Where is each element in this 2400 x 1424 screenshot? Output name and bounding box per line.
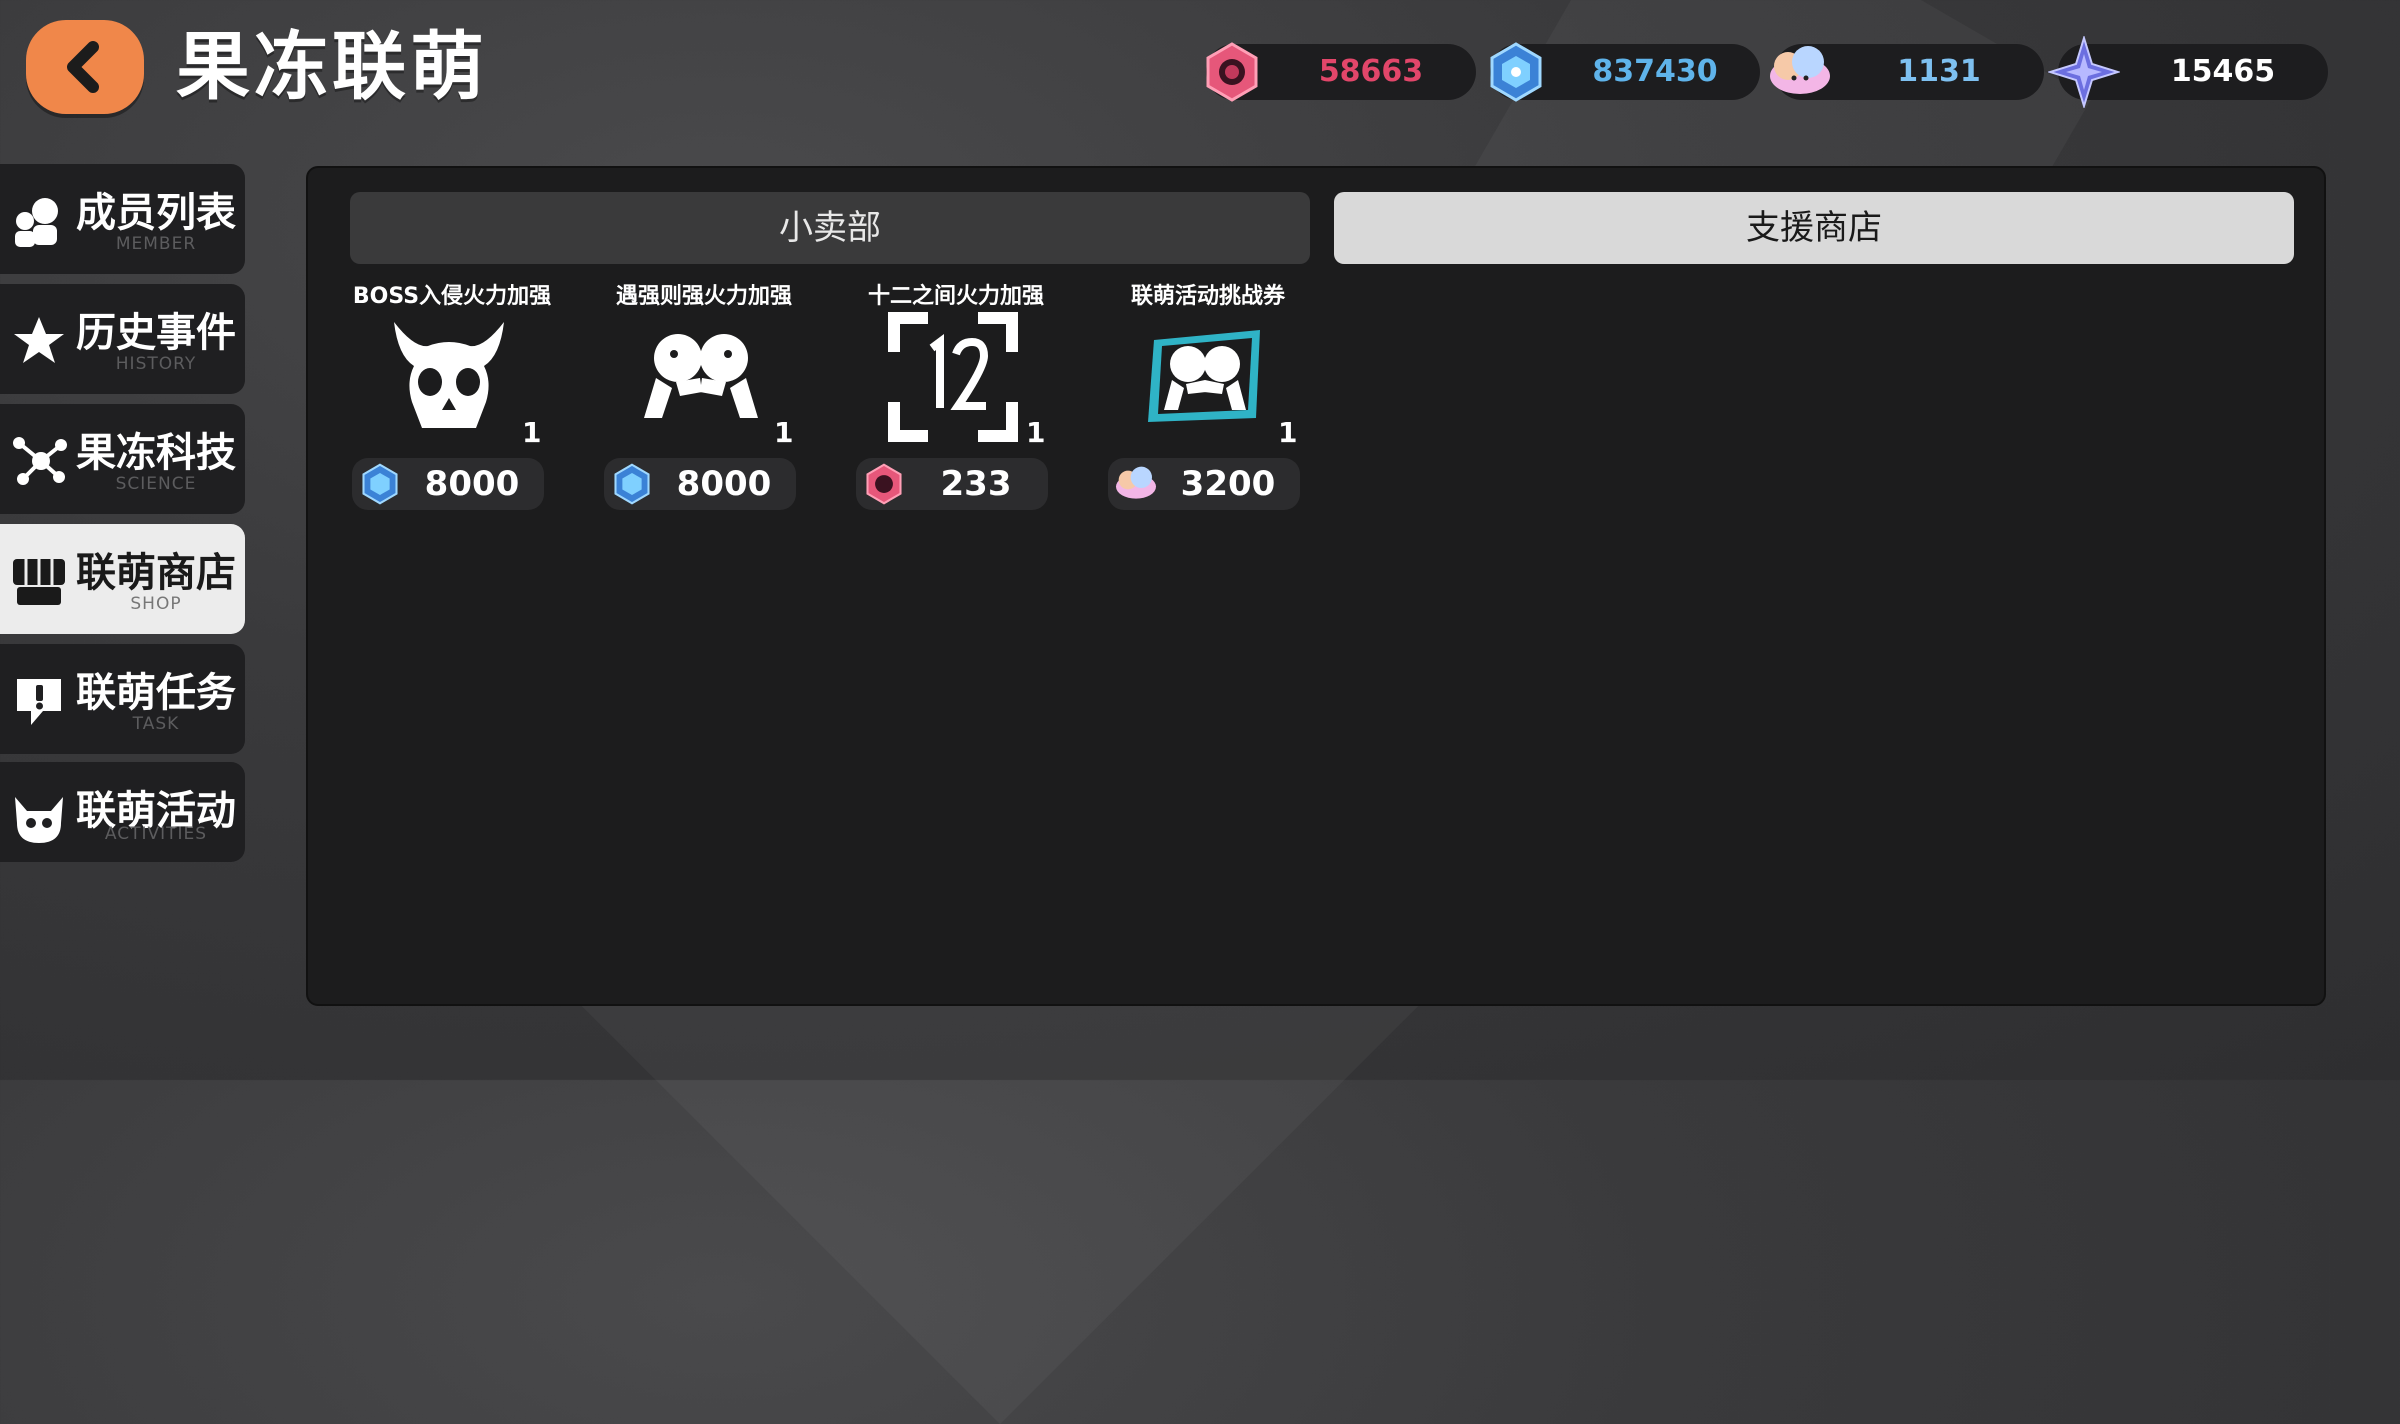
currency-red-gem[interactable]: 58663: [1206, 42, 1476, 102]
item-count: 1: [1278, 416, 1298, 449]
star-shuriken-icon: [2044, 32, 2124, 112]
price-value: 8000: [424, 464, 520, 504]
price-tag: 8000: [604, 458, 796, 510]
network-icon: [8, 430, 70, 492]
sidebar-item-label: 历史事件: [76, 310, 236, 356]
chevron-left-icon: [67, 41, 99, 93]
rainbow-cloud-icon: [1760, 32, 1840, 112]
currency-value: 837430: [1592, 54, 1718, 89]
sidebar-item-task[interactable]: 联萌任务 TASK: [0, 644, 245, 754]
sidebar-item-label: 联萌任务: [76, 670, 236, 716]
sidebar-item-sublabel: SHOP: [130, 594, 182, 614]
fist-bump-icon: [626, 312, 776, 442]
sidebar-item-sublabel: HISTORY: [115, 354, 197, 374]
back-button[interactable]: [26, 20, 144, 114]
tab-snack-shop[interactable]: 小卖部: [350, 192, 1310, 264]
sidebar-item-sublabel: SCIENCE: [115, 474, 197, 494]
sidebar-item-activities[interactable]: 联萌活动 ACTIVITIES: [0, 762, 245, 862]
item-count: 1: [522, 416, 542, 449]
item-name: BOSS入侵火力加强: [352, 284, 552, 309]
sidebar-item-member[interactable]: 成员列表 MEMBER: [0, 164, 245, 274]
sidebar-item-label: 联萌商店: [76, 550, 236, 596]
shop-icon: [8, 550, 70, 612]
price-value: 233: [940, 464, 1012, 504]
sidebar-item-sublabel: TASK: [132, 714, 180, 734]
price-tag: 8000: [352, 458, 544, 510]
red-hex-gem-icon: [1192, 32, 1272, 112]
price-tag: 233: [856, 458, 1048, 510]
currency-blue-crystal[interactable]: 837430: [1490, 42, 1760, 102]
shop-item[interactable]: 十二之间火力加强 1 233: [856, 278, 1056, 514]
shop-panel: 小卖部 支援商店 BOSS入侵火力加强 1 8000 遇强则强火力加强 1 80…: [306, 166, 2326, 1006]
currency-rainbow-cloud[interactable]: 1131: [1770, 44, 2044, 100]
item-name: 联萌活动挑战券: [1130, 284, 1285, 309]
members-icon: [8, 190, 70, 252]
currency-value: 58663: [1318, 54, 1424, 89]
item-name: 遇强则强火力加强: [615, 284, 792, 309]
sidebar-item-shop[interactable]: 联萌商店 SHOP: [0, 524, 245, 634]
horned-skull-icon: [374, 312, 524, 442]
sidebar-item-sublabel: ACTIVITIES: [104, 824, 208, 844]
currency-star-shuriken[interactable]: 15465: [2048, 36, 2328, 108]
sidebar-item-science[interactable]: 果冻科技 SCIENCE: [0, 404, 245, 514]
price-tag: 3200: [1108, 458, 1300, 510]
currency-value: 15465: [2170, 54, 2276, 89]
rainbow-cloud-icon: [1112, 460, 1160, 508]
tab-support-shop[interactable]: 支援商店: [1334, 192, 2294, 264]
sidebar-item-label: 成员列表: [76, 190, 236, 236]
red-hex-gem-icon: [860, 460, 908, 508]
blue-crystal-cube-icon: [608, 460, 656, 508]
exclamation-bubble-icon: [8, 670, 70, 732]
price-value: 3200: [1180, 464, 1276, 504]
twelve-frame-icon: [878, 312, 1028, 442]
fist-bump-ticket-icon: [1130, 312, 1280, 442]
item-count: 1: [774, 416, 794, 449]
sidebar-item-history[interactable]: 历史事件 HISTORY: [0, 284, 245, 394]
shop-item[interactable]: 联萌活动挑战券 1 3200: [1108, 278, 1308, 514]
blue-crystal-cube-icon: [356, 460, 404, 508]
shop-item[interactable]: BOSS入侵火力加强 1 8000: [352, 278, 552, 514]
shop-item[interactable]: 遇强则强火力加强 1 8000: [604, 278, 804, 514]
sidebar-item-sublabel: MEMBER: [115, 234, 197, 254]
blue-crystal-cube-icon: [1476, 32, 1556, 112]
item-name: 十二之间火力加强: [867, 284, 1044, 309]
currency-value: 1131: [1897, 54, 1981, 89]
item-count: 1: [1026, 416, 1046, 449]
horned-face-icon: [8, 788, 70, 850]
page-title: 果冻联萌: [176, 24, 488, 110]
star-icon: [8, 310, 70, 372]
sidebar-item-label: 果冻科技: [76, 430, 236, 476]
price-value: 8000: [676, 464, 772, 504]
